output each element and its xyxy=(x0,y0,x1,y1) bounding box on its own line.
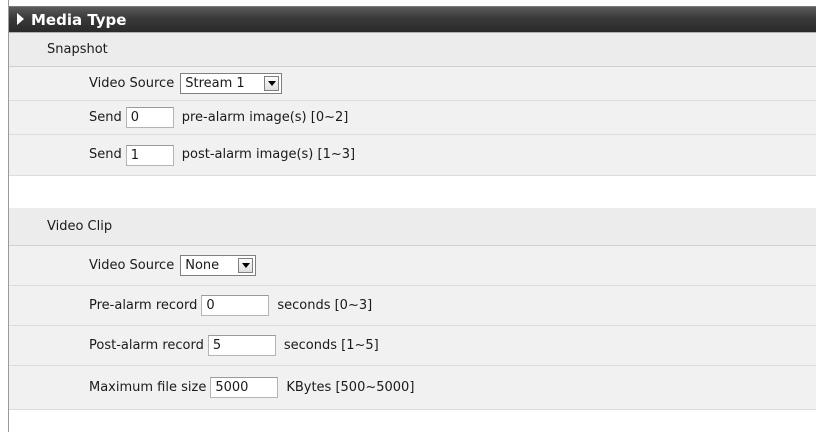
pre-alarm-record-input[interactable]: 0 xyxy=(201,295,270,316)
pre-alarm-record-row: Pre-alarm record 0 seconds [0~3] xyxy=(9,286,816,326)
pre-alarm-image-row: Send 0 pre-alarm image(s) [0~2] xyxy=(9,101,816,135)
max-file-size-range: KBytes [500~5000] xyxy=(286,379,415,395)
video-source-label: Video Source xyxy=(89,75,175,91)
section-title: Media Type xyxy=(31,11,127,29)
pre-alarm-record-label: Pre-alarm record xyxy=(89,297,198,313)
selected-value: Stream 1 xyxy=(185,76,245,91)
post-alarm-record-row: Post-alarm record 5 seconds [1~5] xyxy=(9,326,816,366)
post-alarm-record-input[interactable]: 5 xyxy=(207,335,276,356)
post-alarm-image-row: Send 1 post-alarm image(s) [1~3] xyxy=(9,135,816,176)
send-label: Send xyxy=(89,147,122,162)
expand-triangle-icon[interactable] xyxy=(17,13,24,25)
pre-alarm-record-range: seconds [0~3] xyxy=(277,297,373,313)
post-alarm-image-input[interactable]: 1 xyxy=(125,144,174,166)
max-file-size-input[interactable]: 5000 xyxy=(210,377,279,398)
video-clip-section-label: Video Clip xyxy=(47,218,113,234)
pre-alarm-image-input[interactable]: 0 xyxy=(125,107,174,128)
video-clip-section-row: Video Clip xyxy=(9,208,816,246)
media-type-panel: Media Type Snapshot Video Source Stream … xyxy=(8,0,816,432)
video-source-label: Video Source xyxy=(89,257,175,273)
send-label: Send xyxy=(89,109,122,125)
snapshot-section-row: Snapshot xyxy=(9,33,816,67)
chevron-down-icon[interactable] xyxy=(264,76,280,91)
section-header[interactable]: Media Type xyxy=(9,6,816,33)
snapshot-video-source-row: Video Source Stream 1 xyxy=(9,67,816,101)
chevron-down-icon[interactable] xyxy=(238,258,254,273)
pre-alarm-image-range: pre-alarm image(s) [0~2] xyxy=(181,109,349,125)
max-file-size-row: Maximum file size 5000 KBytes [500~5000] xyxy=(9,366,816,410)
post-alarm-record-range: seconds [1~5] xyxy=(283,337,379,353)
video-clip-video-source-row: Video Source None xyxy=(9,246,816,286)
post-alarm-record-label: Post-alarm record xyxy=(89,337,204,353)
selected-value: None xyxy=(185,258,220,273)
snapshot-video-source-select[interactable]: Stream 1 xyxy=(180,73,283,94)
snapshot-section-label: Snapshot xyxy=(47,41,108,57)
video-clip-video-source-select[interactable]: None xyxy=(180,255,257,276)
max-file-size-label: Maximum file size xyxy=(89,379,207,395)
post-alarm-image-range: post-alarm image(s) [1~3] xyxy=(181,147,356,162)
